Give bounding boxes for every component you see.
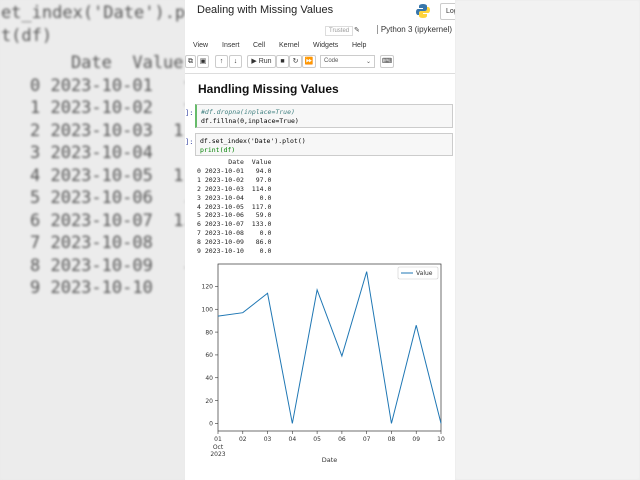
x-tick-label: 02 xyxy=(239,436,247,443)
blurred-background-right xyxy=(455,0,640,480)
x-tick-label: 08 xyxy=(388,436,396,443)
header: Dealing with Missing Values Log xyxy=(185,0,455,24)
copy-icon[interactable]: ⧉ xyxy=(185,55,196,68)
series-line-value xyxy=(217,271,442,424)
divider xyxy=(185,73,455,74)
move-up-icon[interactable]: ↑ xyxy=(215,55,228,68)
menu-widgets[interactable]: Widgets xyxy=(313,42,338,49)
restart-icon[interactable]: ↻ xyxy=(289,55,302,68)
x-tick-label: 03 xyxy=(264,436,272,443)
output-row: 8 2023-10-09 86.0 xyxy=(197,238,272,247)
paste-icon[interactable]: ▣ xyxy=(197,55,209,68)
menu-cell[interactable]: Cell xyxy=(253,42,265,49)
x-tick-label: 10 xyxy=(437,436,445,443)
output-row: 5 2023-10-06 59.0 xyxy=(197,211,272,220)
output-row: 7 2023-10-08 0.0 xyxy=(197,229,272,238)
logout-button[interactable]: Log xyxy=(440,3,455,20)
run-button[interactable]: ▶ Run xyxy=(247,55,276,68)
blurred-background-left: df.set_index('Date').plot() print(df) Da… xyxy=(0,0,185,480)
x-tick-label: 05 xyxy=(313,436,321,443)
y-tick-label: 40 xyxy=(205,375,213,382)
x-sub-label: 2023 xyxy=(210,451,225,458)
output-row: 3 2023-10-04 0.0 xyxy=(197,193,272,202)
stop-icon[interactable]: ■ xyxy=(276,55,289,68)
markdown-heading: Handling Missing Values xyxy=(198,82,339,96)
code-cell-2[interactable]: df.set_index('Date').plot() print(df) xyxy=(195,133,453,156)
cell-output: Date Value 0 2023-10-01 94.0 1 2023-10-0… xyxy=(197,158,272,256)
code-cell-1[interactable]: #df.dropna(inplace=True) df.fillna(0,inp… xyxy=(195,104,453,128)
pencil-icon[interactable]: ✎ xyxy=(354,26,360,34)
python-logo-icon xyxy=(416,4,430,18)
x-tick-label: 07 xyxy=(363,436,371,443)
output-row: 4 2023-10-05 117.0 xyxy=(197,202,272,211)
menubar: View Insert Cell Kernel Widgets Help xyxy=(185,40,455,54)
notebook-title[interactable]: Dealing with Missing Values xyxy=(197,4,333,16)
y-tick-label: 0 xyxy=(209,421,213,428)
bg-code: df.set_index('Date').plot() print(df) xyxy=(0,3,185,46)
trusted-badge[interactable]: Trusted xyxy=(325,26,354,36)
y-tick-label: 100 xyxy=(202,306,214,313)
cell-prompt: ]: xyxy=(185,138,194,146)
toolbar: ⧉ ▣ ↑ ↓ ▶ Run ■ ↻ ⏩ Code ⌄ ⌨ xyxy=(185,55,455,71)
move-down-icon[interactable]: ↓ xyxy=(229,55,242,68)
output-row: 1 2023-10-02 97.0 xyxy=(197,175,272,184)
cell-prompt: ]: xyxy=(185,109,194,117)
output-row: 9 2023-10-10 0.0 xyxy=(197,247,272,256)
x-sub-label: Oct xyxy=(213,444,224,451)
plot-frame xyxy=(217,263,442,432)
menu-insert[interactable]: Insert xyxy=(222,42,240,49)
keyboard-icon[interactable]: ⌨ xyxy=(380,55,394,68)
legend-label: Value xyxy=(416,270,433,277)
jupyter-notebook: Dealing with Missing Values Log Trusted … xyxy=(185,0,455,480)
y-tick-label: 120 xyxy=(202,284,214,291)
x-tick-label: 09 xyxy=(412,436,420,443)
kernel-indicator: Python 3 (ipykernel) xyxy=(376,25,452,34)
menu-view[interactable]: View xyxy=(193,42,208,49)
output-row: 2 2023-10-03 114.0 xyxy=(197,184,272,193)
menu-kernel[interactable]: Kernel xyxy=(279,42,299,49)
output-row: 6 2023-10-07 133.0 xyxy=(197,220,272,229)
fast-forward-icon[interactable]: ⏩ xyxy=(302,55,316,68)
y-tick-label: 20 xyxy=(205,398,213,405)
x-axis-label: Date xyxy=(322,456,338,464)
line-chart: 0 20 40 60 80 100 120 01 02 03 04 05 06 07 08 09 10 Oct20… xyxy=(202,263,445,464)
y-tick-label: 80 xyxy=(205,329,213,336)
x-tick-label: 04 xyxy=(289,436,297,443)
bg-output: Date Value 0 2023-10-01 94.0 1 2023-10-0… xyxy=(30,53,185,298)
x-tick-label: 06 xyxy=(338,436,346,443)
y-tick-label: 60 xyxy=(205,352,213,359)
x-tick-label: 01 xyxy=(214,436,222,443)
cell-type-select[interactable]: Code ⌄ xyxy=(320,55,375,68)
output-row: 0 2023-10-01 94.0 xyxy=(197,166,272,175)
menu-help[interactable]: Help xyxy=(352,42,366,49)
